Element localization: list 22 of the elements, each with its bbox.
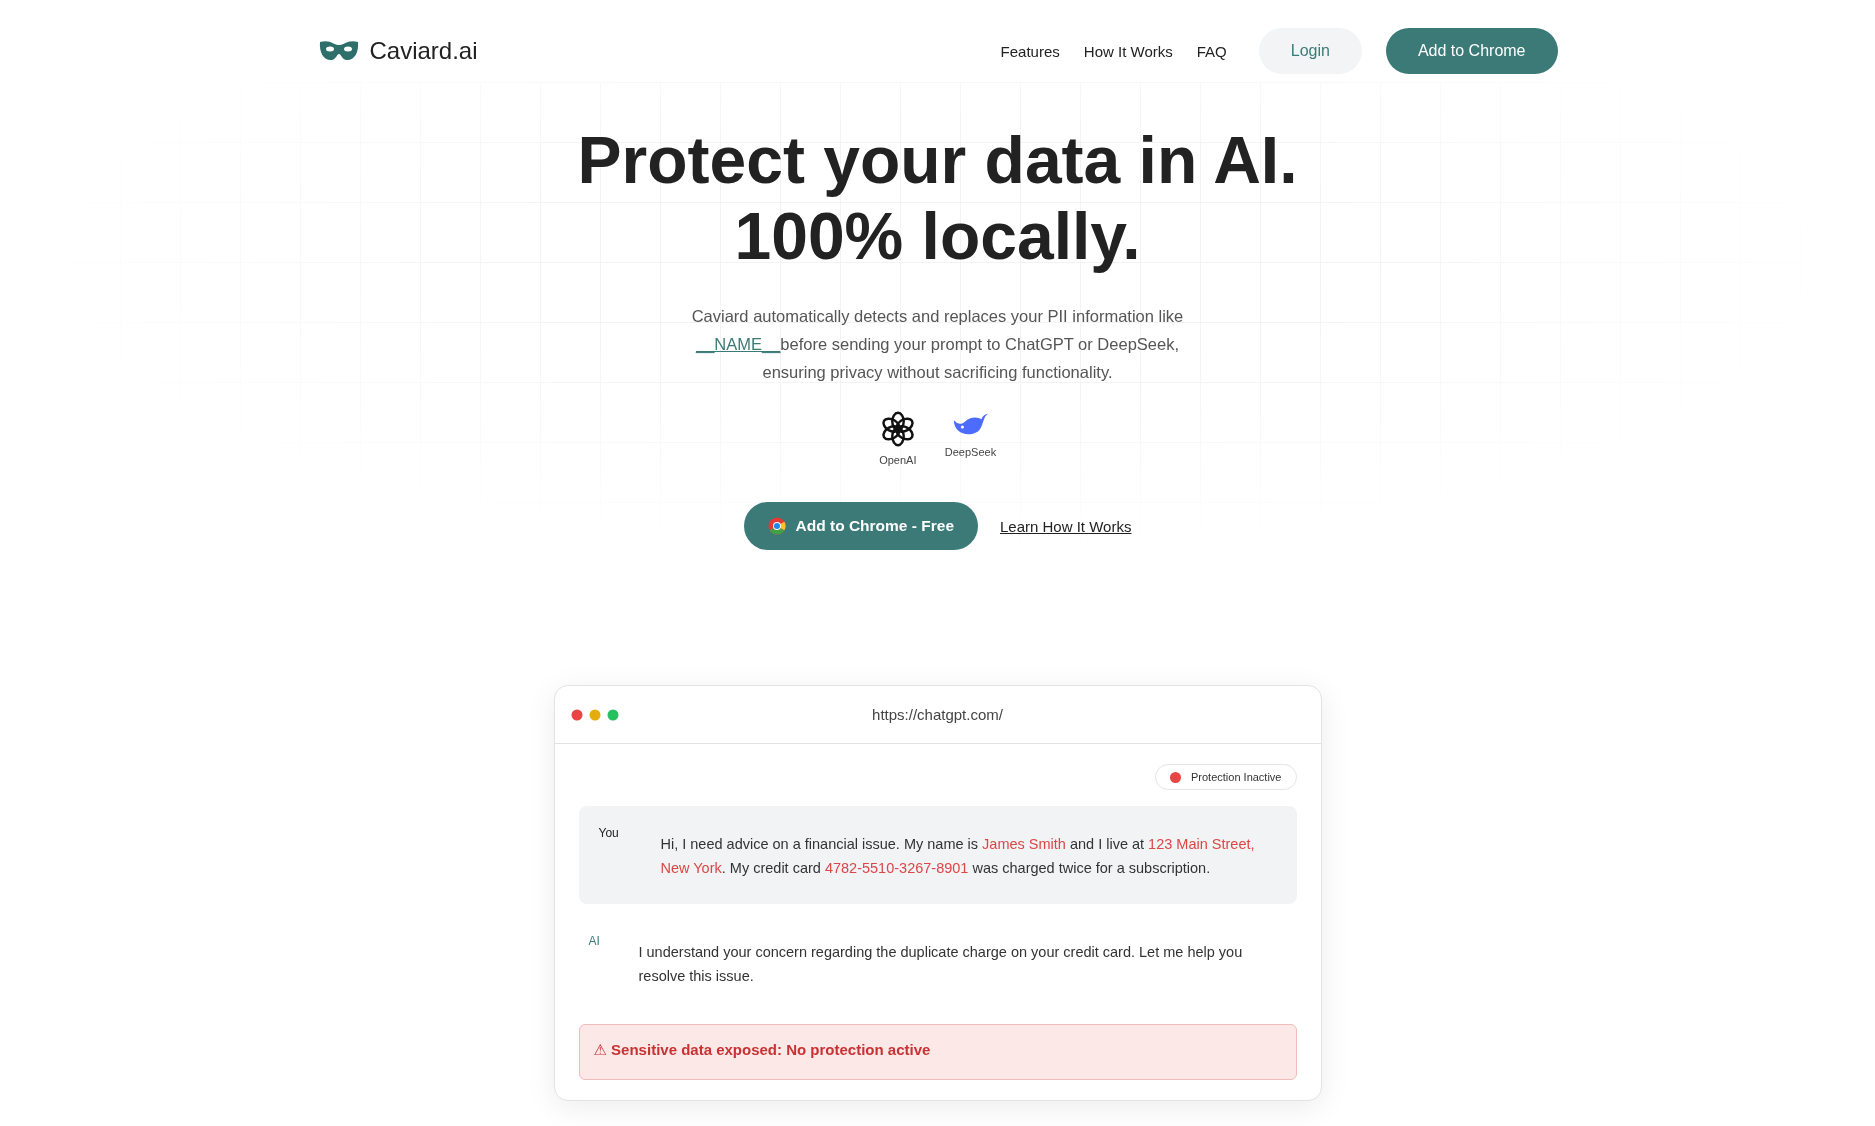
logo-text: Caviard.ai — [369, 37, 478, 65]
add-to-chrome-button[interactable]: Add to Chrome — [1385, 28, 1558, 74]
nav-link[interactable]: FAQ — [1196, 42, 1227, 60]
nav-link[interactable]: How It Works — [1083, 42, 1173, 60]
message-author: You — [598, 826, 620, 842]
message-text: I understand your concern regarding the duplicate charge on your credit card. Let me help you resolve this issue. — [638, 943, 1244, 986]
hero-subtitle: Caviard automatically detects and replaces your PII information like __NAME__before sending your prompt to ChatGPT or DeepSeek, ensuring privacy without sacrificing functionality. — [690, 306, 1185, 383]
hero-title: Protect your data in AI. 100% locally. — [577, 122, 1298, 274]
provider-label: OpenAI — [879, 454, 917, 466]
url-text: https://chatgpt.com/ — [871, 706, 1004, 723]
message-author: AI — [588, 934, 601, 950]
status-label: Protection Inactive — [1191, 771, 1282, 783]
warning-alert: ⚠ Sensitive data exposed: No protection active — [578, 1024, 1297, 1080]
learn-link[interactable]: Learn How It Works — [1000, 517, 1132, 535]
provider-label: DeepSeek — [944, 446, 997, 458]
window-controls-icon — [570, 708, 621, 721]
message-text: Hi, I need advice on a financial issue. My name is James Smith and I live at 123 Main Street, New York. My credit card 4782-5510-3267-8901 was charged twice for a subscription. — [660, 835, 1256, 878]
add-to-chrome-free-button[interactable]: Add to Chrome - Free — [743, 502, 978, 550]
nav-link[interactable]: Features — [1000, 42, 1060, 60]
chrome-icon — [767, 517, 786, 535]
login-button[interactable]: Login — [1258, 28, 1362, 74]
mask-icon — [317, 39, 360, 63]
